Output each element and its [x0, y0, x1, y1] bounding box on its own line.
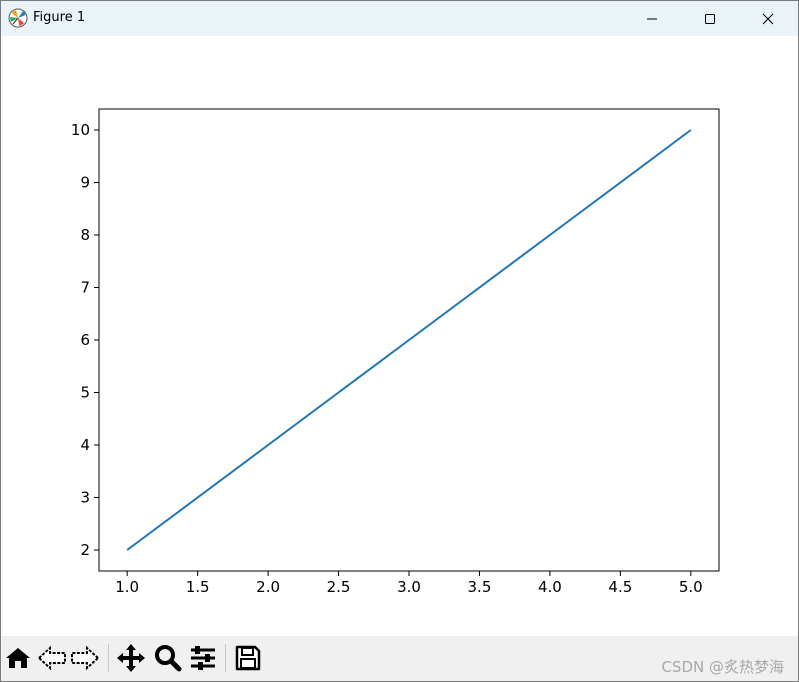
matplotlib-logo-icon	[8, 8, 28, 28]
zoom-button[interactable]	[153, 643, 183, 673]
y-tick-label: 5	[80, 384, 90, 402]
minimize-button[interactable]	[623, 1, 681, 36]
close-button[interactable]	[739, 1, 797, 36]
y-tick-label: 9	[80, 174, 90, 192]
save-button[interactable]	[233, 643, 263, 673]
arrow-left-icon	[37, 645, 66, 671]
y-tick-label: 4	[80, 436, 90, 454]
maximize-button[interactable]	[681, 1, 739, 36]
toolbar-separator	[225, 644, 226, 672]
navigation-toolbar: CSDN @炙热梦海	[1, 636, 798, 681]
magnifier-icon	[155, 645, 182, 672]
move-icon	[117, 644, 145, 672]
y-tick-label: 6	[80, 331, 90, 349]
x-tick-label: 1.5	[186, 578, 210, 596]
home-button[interactable]	[3, 643, 33, 673]
window-title: Figure 1	[33, 10, 86, 25]
y-tick-label: 10	[71, 121, 90, 139]
x-tick-label: 1.0	[115, 578, 139, 596]
x-tick-label: 5.0	[679, 578, 703, 596]
y-tick-label: 8	[80, 226, 90, 244]
configure-subplots-button[interactable]	[188, 643, 218, 673]
x-tick-label: 4.5	[608, 578, 632, 596]
home-icon	[6, 648, 30, 668]
x-tick-label: 3.5	[468, 578, 492, 596]
sliders-icon	[191, 646, 215, 670]
close-icon	[762, 13, 774, 24]
minimize-icon	[647, 18, 657, 19]
x-tick-label: 3.0	[397, 578, 421, 596]
line-chart: 1.0 1.5 2.0 2.5 3.0 3.5 4.0 4.5 5.0 2 3 4 5 6 7 8 9 10	[71, 108, 720, 596]
y-tick-label: 2	[80, 541, 90, 559]
back-button[interactable]	[37, 643, 67, 673]
pan-button[interactable]	[116, 643, 146, 673]
y-tick-label: 3	[80, 489, 90, 507]
watermark-text: CSDN @炙热梦海	[661, 658, 784, 676]
forward-button[interactable]	[70, 643, 100, 673]
arrow-right-icon	[71, 645, 100, 671]
floppy-disk-icon	[235, 645, 261, 671]
y-tick-label: 7	[80, 279, 90, 297]
toolbar-separator	[108, 644, 109, 672]
figure-window: Figure 1 1.0 1.5 2.0 2.5 3.0 3.5 4.0 4.5 5.0 2 3 4 5…	[0, 0, 799, 682]
x-tick-label: 2.0	[256, 578, 280, 596]
x-tick-label: 2.5	[327, 578, 351, 596]
title-bar[interactable]: Figure 1	[1, 1, 798, 36]
x-tick-label: 4.0	[538, 578, 562, 596]
figure-canvas[interactable]: 1.0 1.5 2.0 2.5 3.0 3.5 4.0 4.5 5.0 2 3 4 5 6 7 8 9 10	[1, 36, 798, 636]
maximize-icon	[705, 13, 715, 24]
